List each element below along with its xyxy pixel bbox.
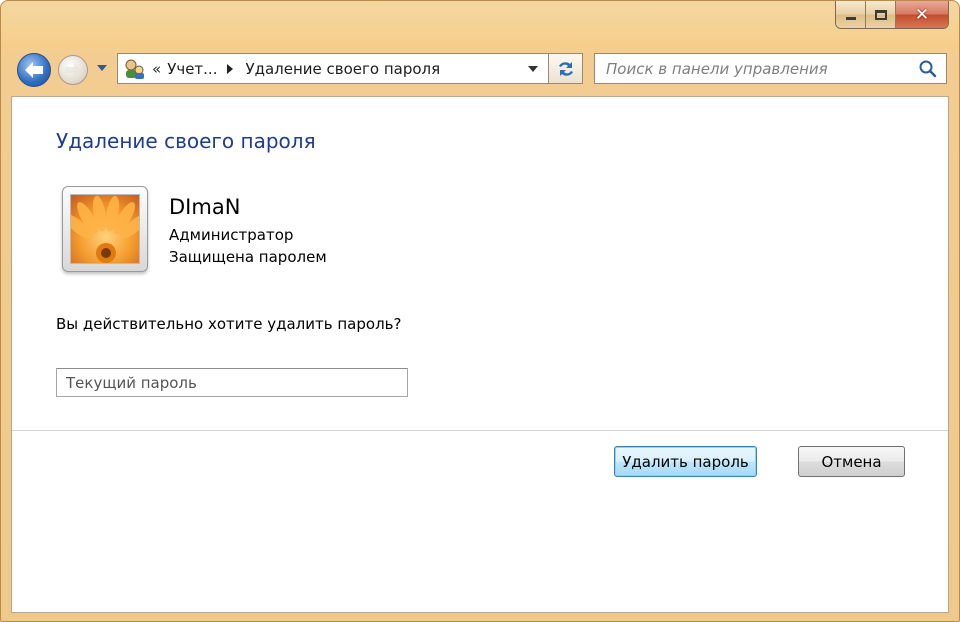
close-button[interactable]: ✕ (896, 1, 948, 28)
refresh-icon (558, 61, 573, 76)
back-button[interactable] (17, 53, 51, 87)
maximize-icon (874, 9, 887, 20)
refresh-button[interactable] (549, 53, 583, 84)
caption-buttons: ✕ (835, 1, 949, 29)
user-password-status: Защищена паролем (169, 248, 327, 266)
window-frame: ✕ « Учет... Удаление своего пароля Поиск… (0, 0, 960, 622)
control-panel-icon (122, 58, 148, 80)
user-role: Администратор (169, 226, 294, 244)
address-bar[interactable]: « Учет... Удаление своего пароля (117, 53, 549, 84)
breadcrumb-item-current[interactable]: Удаление своего пароля (245, 60, 440, 78)
search-placeholder: Поиск в панели управления (606, 59, 828, 78)
breadcrumb-overflow[interactable]: « (152, 60, 161, 78)
current-password-field[interactable] (56, 368, 408, 397)
search-field[interactable]: Поиск в панели управления (594, 53, 947, 84)
forward-arrow-icon (65, 63, 81, 77)
close-icon: ✕ (914, 4, 930, 25)
user-avatar (62, 186, 148, 272)
user-avatar-flower (70, 194, 140, 264)
confirmation-question: Вы действительно хотите удалить пароль? (56, 315, 402, 333)
address-history-dropdown[interactable] (528, 66, 538, 72)
back-arrow-icon (25, 62, 43, 78)
minimize-button[interactable] (836, 1, 866, 28)
breadcrumb-separator-icon[interactable] (227, 63, 234, 74)
cancel-button[interactable]: Отмена (798, 446, 905, 477)
page-title: Удаление своего пароля (56, 129, 316, 153)
forward-button[interactable] (58, 55, 88, 85)
recent-pages-dropdown[interactable] (97, 65, 107, 71)
divider (12, 430, 948, 431)
remove-password-button[interactable]: Удалить пароль (614, 446, 757, 477)
user-name: DImaN (169, 195, 241, 219)
minimize-icon (845, 17, 856, 20)
breadcrumb-item-accounts[interactable]: Учет... (167, 60, 217, 78)
content-pane: Удаление своего пароля DImaN Администрат… (11, 96, 949, 613)
maximize-button[interactable] (866, 1, 896, 28)
search-icon[interactable] (918, 59, 938, 79)
